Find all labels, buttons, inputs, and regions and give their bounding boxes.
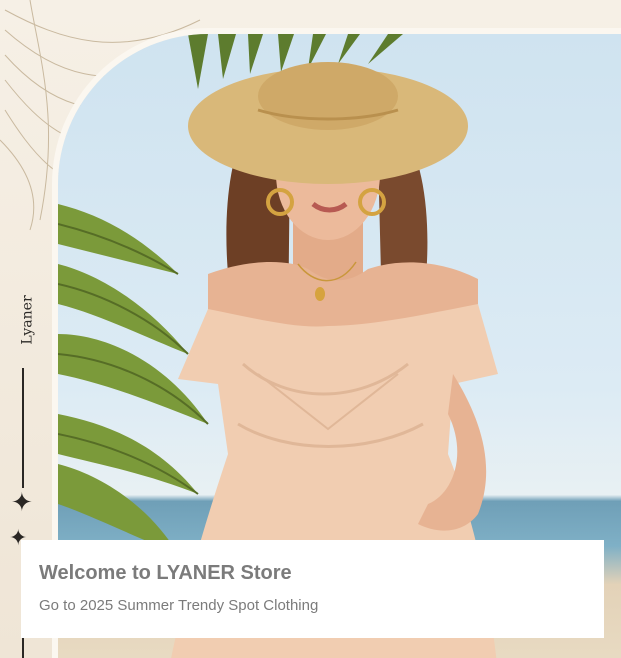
banner-title: Welcome to LYANER Store: [39, 562, 292, 584]
vertical-divider-line: [22, 368, 24, 488]
store-banner-card[interactable]: Lyaner ✦ ✦ Welcome to LYANER Store Go to…: [0, 0, 621, 658]
four-point-star-icon: ✦: [11, 488, 33, 518]
brand-name-text: Lyaner: [20, 295, 36, 345]
brand-side-label: Lyaner: [8, 290, 48, 350]
welcome-banner[interactable]: Welcome to LYANER Store Go to 2025 Summe…: [21, 540, 604, 638]
banner-subtitle: Go to 2025 Summer Trendy Spot Clothing: [39, 597, 319, 614]
